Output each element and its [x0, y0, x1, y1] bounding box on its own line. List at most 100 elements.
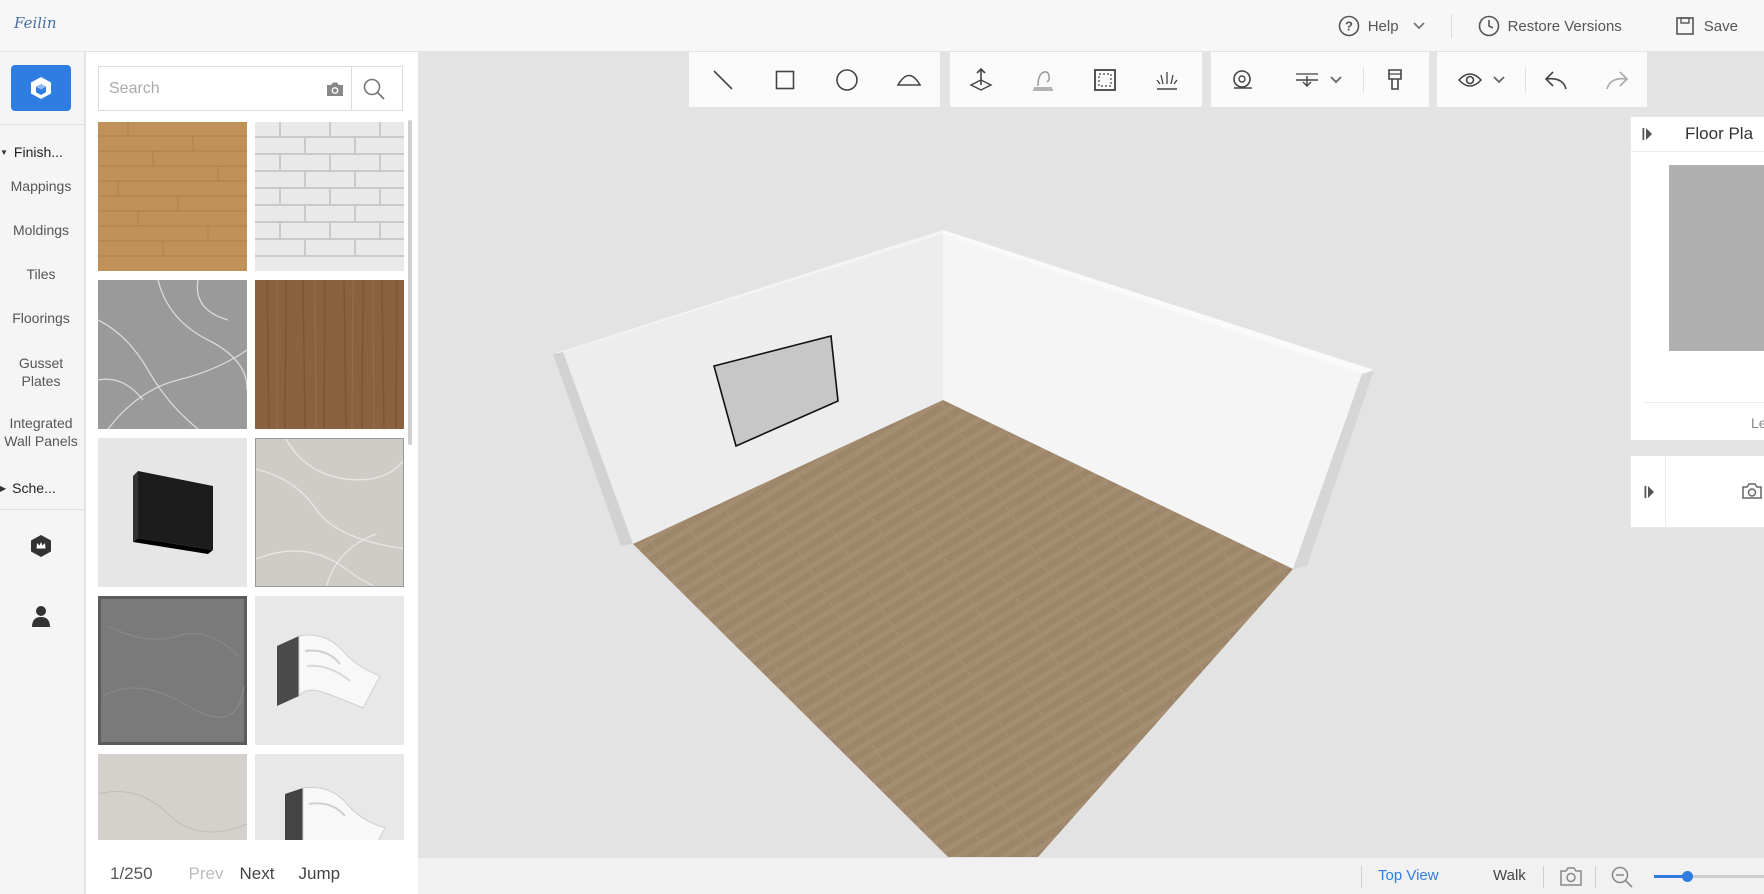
camera-search-icon[interactable] [319, 67, 351, 110]
align-icon [1296, 72, 1318, 87]
beige-marble-thumbnail [98, 754, 247, 840]
help-icon: ? [1338, 15, 1360, 37]
save-button[interactable]: Save [1648, 0, 1764, 52]
light-rays-icon [1156, 71, 1178, 90]
save-icon [1674, 15, 1696, 37]
3d-viewport[interactable] [418, 52, 1764, 857]
zoom-slider-thumb[interactable] [1682, 871, 1693, 882]
material-tile[interactable] [98, 280, 247, 429]
help-button[interactable]: ? Help [1338, 0, 1451, 52]
eye-icon [1457, 72, 1483, 87]
clock-icon [1478, 15, 1500, 37]
save-label: Save [1703, 17, 1738, 35]
rail-item-gusset-plates[interactable]: Gusset Plates [0, 354, 82, 390]
redo-icon [1605, 70, 1628, 89]
group-finishes[interactable]: ▼ Finish... [0, 144, 63, 160]
line-icon [713, 69, 733, 90]
rectangle-icon [775, 70, 795, 89]
app-logo[interactable]: Feilin [14, 14, 57, 32]
help-label: Help [1367, 17, 1399, 35]
screenshot-camera-icon[interactable] [1559, 865, 1583, 887]
rail-item-mappings[interactable]: Mappings [0, 177, 82, 195]
divider [1543, 866, 1544, 888]
black-panel-thumbnail [98, 438, 247, 587]
material-tile[interactable] [255, 438, 404, 587]
divider [0, 124, 84, 125]
white-brick-thumbnail [255, 122, 404, 271]
material-tile[interactable] [98, 596, 247, 745]
group-schemes-label: Sche... [12, 480, 56, 496]
light-marble-thumbnail [256, 439, 403, 586]
page-count: 1/250 [110, 864, 153, 883]
search-input[interactable] [99, 68, 319, 109]
room-scene [553, 230, 1374, 857]
move-up-icon [969, 67, 993, 91]
camera-icon[interactable] [1741, 482, 1763, 500]
rail-item-integrated-wall-panels[interactable]: Integrated Wall Panels [0, 414, 82, 450]
premium-shield-icon[interactable] [28, 533, 54, 559]
rail-item-floorings[interactable]: Floorings [0, 309, 82, 327]
next-page-button[interactable]: Next [240, 864, 275, 884]
floor-plan-preview[interactable] [1669, 165, 1764, 351]
rail-item-tiles[interactable]: Tiles [0, 265, 82, 283]
select-area-tool[interactable] [1074, 52, 1136, 107]
arc-tool[interactable] [878, 52, 940, 107]
material-tile[interactable] [255, 596, 404, 745]
restore-versions-button[interactable]: Restore Versions [1478, 0, 1648, 52]
divider [1665, 456, 1666, 529]
top-view-button[interactable]: Top View [1378, 867, 1439, 884]
material-tile[interactable] [98, 122, 247, 271]
search-icon[interactable] [351, 67, 395, 110]
measure-toolbar [1211, 52, 1429, 107]
walnut-wood-thumbnail [255, 280, 404, 429]
material-tile[interactable] [255, 280, 404, 429]
expand-panel-icon[interactable] [1641, 126, 1655, 142]
paint-brush-tool[interactable] [1364, 52, 1426, 107]
material-tile[interactable] [255, 754, 404, 840]
align-tool[interactable] [1273, 52, 1363, 107]
dark-stone-thumbnail [98, 596, 247, 745]
divider [1643, 402, 1764, 403]
status-bar: Top View Walk [418, 857, 1764, 894]
redo-button[interactable] [1586, 52, 1647, 107]
grey-marble-thumbnail [98, 280, 247, 429]
materials-tab-button[interactable] [11, 65, 71, 111]
chevron-down-icon [1412, 22, 1425, 30]
rectangle-tool[interactable] [754, 52, 816, 107]
circle-tool[interactable] [816, 52, 878, 107]
walk-button[interactable]: Walk [1493, 867, 1526, 884]
zoom-slider-track[interactable] [1654, 871, 1764, 882]
svg-text:?: ? [1345, 19, 1353, 34]
category-rail: ▼ Finish... Mappings Moldings Tiles Floo… [0, 52, 85, 894]
user-icon[interactable] [28, 603, 54, 629]
prev-page-button[interactable]: Prev [189, 864, 224, 884]
line-tool[interactable] [692, 52, 754, 107]
group-schemes[interactable]: ▶ Sche... [0, 480, 56, 496]
view-toolbar [1437, 52, 1647, 107]
floor-plan-panel: Floor Pla Le [1630, 116, 1764, 441]
rail-item-moldings[interactable]: Moldings [0, 221, 82, 239]
light-tool[interactable] [1136, 52, 1198, 107]
floor-plan-title: Floor Pla [1685, 124, 1754, 143]
material-tile[interactable] [98, 438, 247, 587]
material-grid [98, 122, 404, 840]
crown-molding-thumbnail [255, 754, 404, 840]
wood-plank-thumbnail [98, 122, 247, 271]
visibility-tool[interactable] [1437, 52, 1525, 107]
divider [1450, 14, 1452, 38]
undo-button[interactable] [1526, 52, 1587, 107]
expand-panel-icon[interactable] [1643, 484, 1657, 500]
top-actions: ? Help Restore Versions Save [1338, 0, 1764, 52]
material-tile[interactable] [98, 754, 247, 840]
search-box [98, 66, 403, 111]
hand-push-icon [1033, 70, 1053, 91]
edit-toolbar [950, 52, 1202, 107]
panel-scrollbar[interactable] [408, 120, 412, 445]
tape-measure-tool[interactable] [1211, 52, 1273, 107]
group-finishes-label: Finish... [13, 144, 63, 160]
material-tile[interactable] [255, 122, 404, 271]
jump-page-button[interactable]: Jump [298, 864, 340, 884]
push-pull-tool[interactable] [1012, 52, 1074, 107]
move-tool[interactable] [950, 52, 1012, 107]
zoom-out-icon[interactable] [1610, 865, 1634, 889]
